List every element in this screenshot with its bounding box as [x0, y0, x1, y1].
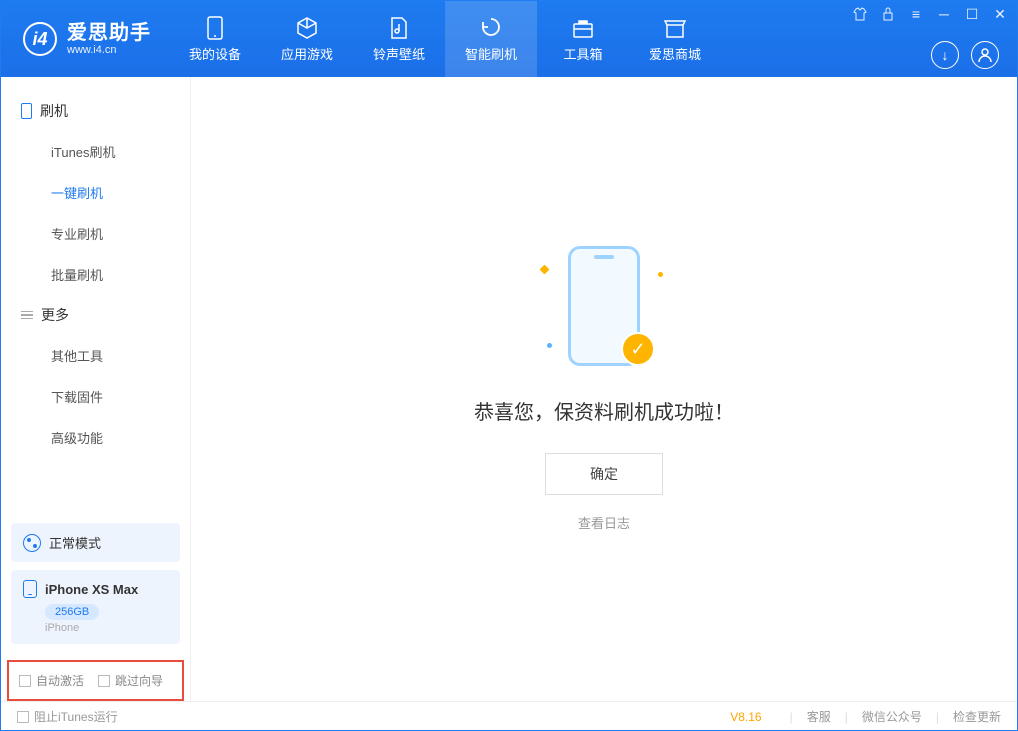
- sidebar: 刷机 iTunes刷机 一键刷机 专业刷机 批量刷机 更多 其他工具 下载固件 …: [1, 77, 191, 701]
- group-label: 更多: [41, 305, 69, 325]
- sidebar-item-advanced[interactable]: 高级功能: [1, 417, 190, 458]
- phone-icon: [21, 103, 32, 119]
- tab-apps-games[interactable]: 应用游戏: [261, 1, 353, 77]
- view-log-link[interactable]: 查看日志: [578, 513, 630, 532]
- device-type: iPhone: [45, 622, 168, 634]
- app-name-cn: 爱思助手: [67, 22, 151, 44]
- refresh-shield-icon: [479, 16, 503, 40]
- sidebar-group-flash: 刷机: [1, 91, 190, 131]
- sidebar-group-more: 更多: [1, 295, 190, 335]
- sidebar-item-oneclick-flash[interactable]: 一键刷机: [1, 172, 190, 213]
- sidebar-item-itunes-flash[interactable]: iTunes刷机: [1, 131, 190, 172]
- phone-icon: [23, 580, 37, 598]
- logo-text: 爱思助手 www.i4.cn: [67, 22, 151, 56]
- shirt-icon[interactable]: [851, 5, 869, 23]
- tab-store[interactable]: 爱思商城: [629, 1, 721, 77]
- checkbox-box: [98, 675, 110, 687]
- tab-label: 爱思商城: [649, 44, 701, 63]
- tab-ringtone-wallpaper[interactable]: 铃声壁纸: [353, 1, 445, 77]
- header-right-icons: ↓: [931, 41, 999, 69]
- header-tabs: 我的设备 应用游戏 铃声壁纸 智能刷机 工具箱 爱思商城: [169, 1, 721, 77]
- checkbox-highlight-row: 自动激活 跳过向导: [7, 660, 184, 701]
- tab-label: 智能刷机: [465, 44, 517, 63]
- sidebar-item-batch-flash[interactable]: 批量刷机: [1, 254, 190, 295]
- sidebar-item-other-tools[interactable]: 其他工具: [1, 335, 190, 376]
- download-icon[interactable]: ↓: [931, 41, 959, 69]
- checkbox-label: 阻止iTunes运行: [34, 708, 118, 725]
- cube-icon: [295, 16, 319, 40]
- menu-icon[interactable]: ≡: [907, 5, 925, 23]
- maximize-button[interactable]: ☐: [963, 5, 981, 23]
- checkbox-box: [17, 711, 29, 723]
- toolbox-icon: [571, 16, 595, 40]
- sparkle-icon: [658, 272, 663, 277]
- sparkle-icon: [540, 265, 550, 275]
- tab-label: 工具箱: [563, 44, 602, 63]
- app-header: i4 爱思助手 www.i4.cn 我的设备 应用游戏 铃声壁纸 智能刷机 工具…: [1, 1, 1017, 77]
- checkbox-label: 自动激活: [36, 672, 84, 689]
- mode-card[interactable]: 正常模式: [11, 523, 180, 562]
- sparkle-icon: [547, 343, 552, 348]
- device-section: 正常模式 iPhone XS Max 256GB iPhone: [1, 523, 190, 652]
- window-controls: ≡ ─ ☐ ✕: [851, 5, 1009, 23]
- mode-icon: [23, 534, 41, 552]
- close-button[interactable]: ✕: [991, 5, 1009, 23]
- version-label: V8.16: [730, 710, 761, 724]
- group-label: 刷机: [40, 101, 68, 121]
- tab-label: 应用游戏: [281, 44, 333, 63]
- sidebar-item-pro-flash[interactable]: 专业刷机: [1, 213, 190, 254]
- user-icon[interactable]: [971, 41, 999, 69]
- device-capacity: 256GB: [45, 604, 99, 620]
- lock-icon[interactable]: [879, 5, 897, 23]
- minimize-button[interactable]: ─: [935, 5, 953, 23]
- wechat-link[interactable]: 微信公众号: [862, 708, 922, 725]
- logo-icon: i4: [23, 22, 57, 56]
- logo: i4 爱思助手 www.i4.cn: [1, 22, 169, 56]
- app-name-en: www.i4.cn: [67, 44, 151, 56]
- success-message: 恭喜您，保资料刷机成功啦！: [474, 396, 734, 425]
- checkbox-label: 跳过向导: [115, 672, 163, 689]
- device-card[interactable]: iPhone XS Max 256GB iPhone: [11, 570, 180, 644]
- tab-my-device[interactable]: 我的设备: [169, 1, 261, 77]
- app-body: 刷机 iTunes刷机 一键刷机 专业刷机 批量刷机 更多 其他工具 下载固件 …: [1, 77, 1017, 701]
- tab-label: 我的设备: [189, 44, 241, 63]
- main-content: ✓ 恭喜您，保资料刷机成功啦！ 确定 查看日志: [191, 77, 1017, 701]
- checkbox-auto-activate[interactable]: 自动激活: [19, 672, 84, 689]
- success-illustration: ✓: [559, 246, 649, 376]
- mode-label: 正常模式: [49, 533, 101, 552]
- device-icon: [203, 16, 227, 40]
- tab-smart-flash[interactable]: 智能刷机: [445, 1, 537, 77]
- music-file-icon: [387, 16, 411, 40]
- store-icon: [663, 16, 687, 40]
- checkbox-skip-guide[interactable]: 跳过向导: [98, 672, 163, 689]
- support-link[interactable]: 客服: [807, 708, 831, 725]
- checkmark-badge-icon: ✓: [621, 332, 655, 366]
- tab-label: 铃声壁纸: [373, 44, 425, 63]
- list-icon: [21, 311, 33, 320]
- sidebar-item-download-firmware[interactable]: 下载固件: [1, 376, 190, 417]
- footer: 阻止iTunes运行 V8.16 | 客服 | 微信公众号 | 检查更新: [1, 701, 1017, 731]
- checkbox-box: [19, 675, 31, 687]
- check-update-link[interactable]: 检查更新: [953, 708, 1001, 725]
- checkbox-prevent-itunes[interactable]: 阻止iTunes运行: [17, 708, 118, 725]
- ok-button[interactable]: 确定: [545, 453, 663, 495]
- tab-toolbox[interactable]: 工具箱: [537, 1, 629, 77]
- device-name: iPhone XS Max: [45, 582, 138, 597]
